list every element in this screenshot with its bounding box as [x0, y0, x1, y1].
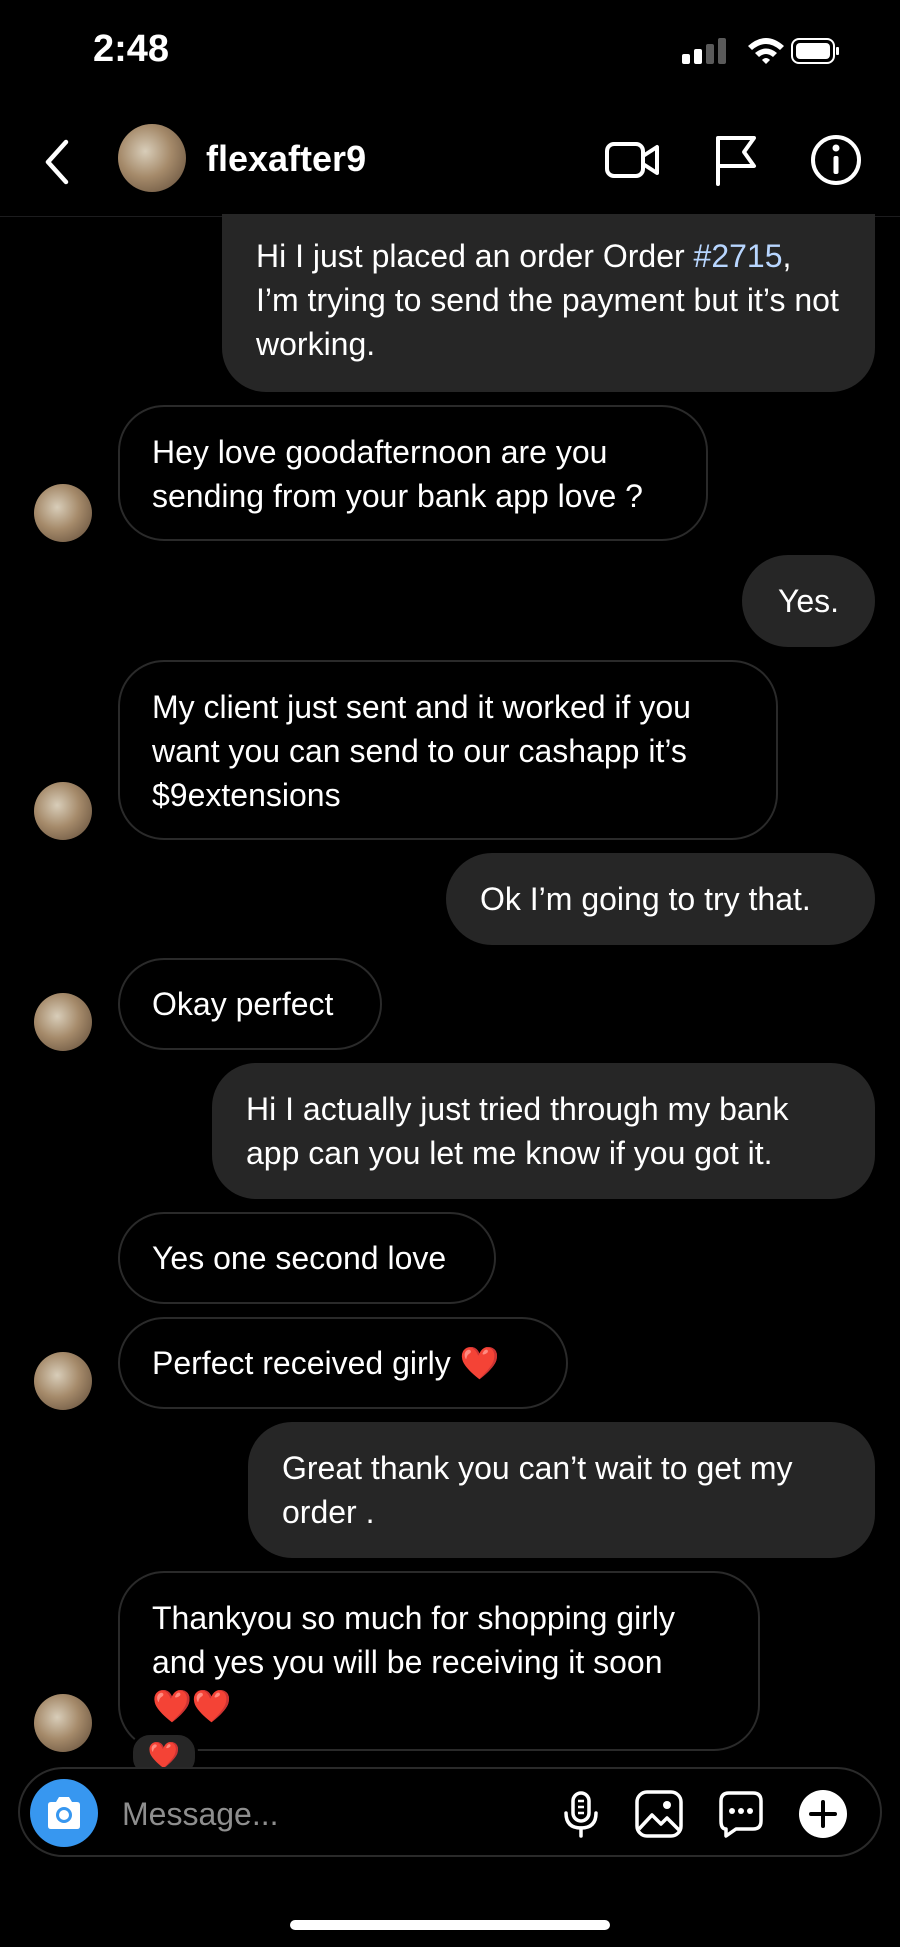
message-text: Yes one second love: [152, 1240, 447, 1276]
contact-avatar[interactable]: [34, 993, 92, 1051]
message-sent[interactable]: Yes.: [742, 555, 875, 647]
info-button[interactable]: [808, 132, 864, 188]
message-text: Thankyou so much for shopping girly and …: [152, 1600, 675, 1680]
status-time: 2:48: [93, 28, 170, 70]
message-text: Hey love goodafternoon are you sending f…: [152, 434, 643, 514]
video-camera-icon: [605, 142, 659, 178]
message-sent[interactable]: Hi I actually just tried through my bank…: [212, 1063, 875, 1199]
video-call-button[interactable]: [604, 132, 660, 188]
contact-avatar[interactable]: [34, 782, 92, 840]
more-options-button[interactable]: [798, 1789, 848, 1839]
image-icon: [635, 1790, 683, 1838]
message-sent[interactable]: Great thank you can’t wait to get my ord…: [248, 1422, 875, 1558]
message-received[interactable]: Thankyou so much for shopping girly and …: [118, 1571, 760, 1751]
microphone-icon: [564, 1791, 598, 1838]
chevron-left-icon: [45, 139, 69, 185]
heart-emoji: ❤️: [459, 1345, 500, 1381]
cellular-signal-icon: [682, 38, 726, 64]
contact-avatar[interactable]: [118, 124, 186, 192]
message-text: My client just sent and it worked if you…: [152, 689, 691, 813]
message-received[interactable]: Yes one second love: [118, 1212, 496, 1304]
message-text: Yes.: [777, 583, 840, 619]
plus-icon: [799, 1790, 847, 1838]
message-received[interactable]: Okay perfect: [118, 958, 382, 1050]
message-composer: [18, 1767, 882, 1857]
chat-header: flexafter9: [0, 108, 900, 217]
message-received[interactable]: My client just sent and it worked if you…: [118, 660, 778, 840]
wifi-icon: [748, 38, 784, 64]
voice-message-button[interactable]: [556, 1789, 606, 1839]
contact-avatar[interactable]: [34, 1694, 92, 1752]
message-received[interactable]: Perfect received girly ❤️: [118, 1317, 568, 1409]
message-text: Ok I’m going to try that.: [480, 881, 811, 917]
camera-button[interactable]: [30, 1779, 98, 1847]
heart-emoji: ❤️❤️: [152, 1688, 232, 1724]
back-button[interactable]: [38, 134, 78, 190]
status-icons: [680, 36, 840, 66]
message-text: Great thank you can’t wait to get my ord…: [282, 1450, 793, 1530]
info-icon: [811, 135, 861, 185]
gallery-button[interactable]: [634, 1789, 684, 1839]
message-input[interactable]: [120, 1787, 524, 1841]
sticker-button[interactable]: [716, 1789, 766, 1839]
message-text: Okay perfect: [152, 986, 334, 1022]
contact-username[interactable]: flexafter9: [206, 138, 366, 180]
message-sent[interactable]: Hi I just placed an order Order #2715, I…: [222, 214, 875, 392]
order-link[interactable]: #2715: [694, 238, 783, 274]
flag-icon: [716, 136, 756, 186]
battery-icon: [791, 38, 839, 64]
report-button[interactable]: [708, 132, 764, 188]
message-text: Perfect received girly: [152, 1345, 451, 1381]
message-sent[interactable]: Ok I’m going to try that.: [446, 853, 875, 945]
home-indicator[interactable]: [290, 1920, 610, 1930]
camera-icon: [48, 1797, 80, 1829]
message-received[interactable]: Hey love goodafternoon are you sending f…: [118, 405, 708, 541]
status-bar: 2:48: [0, 0, 900, 100]
message-text: Hi I actually just tried through my bank…: [246, 1091, 789, 1171]
message-text: Hi I just placed an order Order: [256, 238, 694, 274]
contact-avatar[interactable]: [34, 484, 92, 542]
contact-avatar[interactable]: [34, 1352, 92, 1410]
chat-bubble-icon: [719, 1791, 763, 1838]
